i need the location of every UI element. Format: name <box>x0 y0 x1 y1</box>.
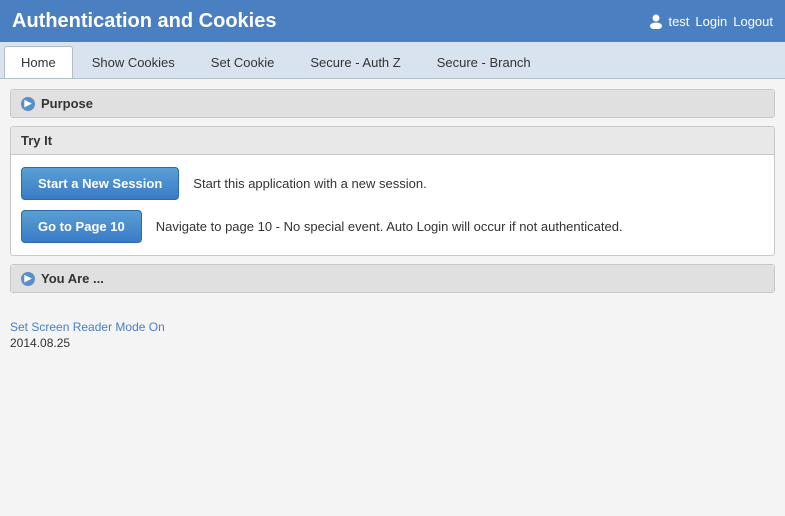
footer-date: 2014.08.25 <box>10 336 775 350</box>
tab-set-cookie[interactable]: Set Cookie <box>194 46 292 78</box>
tab-home[interactable]: Home <box>4 46 73 78</box>
header-right: test Login Logout <box>648 13 773 29</box>
main-content: ▶ Purpose Try It Start a New Session Sta… <box>0 79 785 311</box>
tab-secure-branch[interactable]: Secure - Branch <box>420 46 548 78</box>
go-to-page-10-button[interactable]: Go to Page 10 <box>21 210 142 243</box>
footer: Set Screen Reader Mode On 2014.08.25 <box>0 311 785 358</box>
start-new-session-button[interactable]: Start a New Session <box>21 167 179 200</box>
screen-reader-link[interactable]: Set Screen Reader Mode On <box>10 320 165 334</box>
you-are-chevron-icon: ▶ <box>21 272 35 286</box>
purpose-label: Purpose <box>41 96 93 111</box>
purpose-chevron-icon: ▶ <box>21 97 35 111</box>
login-button[interactable]: Login <box>695 14 727 29</box>
start-session-description: Start this application with a new sessio… <box>193 176 426 191</box>
try-it-row-2: Go to Page 10 Navigate to page 10 - No s… <box>21 210 764 243</box>
tab-secure-authz[interactable]: Secure - Auth Z <box>293 46 417 78</box>
you-are-section: ▶ You Are ... <box>10 264 775 293</box>
app-title: Authentication and Cookies <box>12 10 276 33</box>
page-wrapper: Authentication and Cookies test Login Lo… <box>0 0 785 516</box>
try-it-row-1: Start a New Session Start this applicati… <box>21 167 764 200</box>
try-it-header: Try It <box>11 127 774 155</box>
app-header: Authentication and Cookies test Login Lo… <box>0 0 785 42</box>
you-are-label: You Are ... <box>41 271 104 286</box>
you-are-section-header[interactable]: ▶ You Are ... <box>11 265 774 292</box>
try-it-section: Try It Start a New Session Start this ap… <box>10 126 775 256</box>
user-info: test <box>648 13 689 29</box>
try-it-label: Try It <box>21 133 52 148</box>
try-it-body: Start a New Session Start this applicati… <box>11 155 774 255</box>
nav-tabs: Home Show Cookies Set Cookie Secure - Au… <box>0 42 785 79</box>
tab-show-cookies[interactable]: Show Cookies <box>75 46 192 78</box>
go-to-page-description: Navigate to page 10 - No special event. … <box>156 219 623 234</box>
username: test <box>668 14 689 29</box>
logout-button[interactable]: Logout <box>733 14 773 29</box>
purpose-section: ▶ Purpose <box>10 89 775 118</box>
user-icon <box>648 13 664 29</box>
purpose-section-header[interactable]: ▶ Purpose <box>11 90 774 117</box>
